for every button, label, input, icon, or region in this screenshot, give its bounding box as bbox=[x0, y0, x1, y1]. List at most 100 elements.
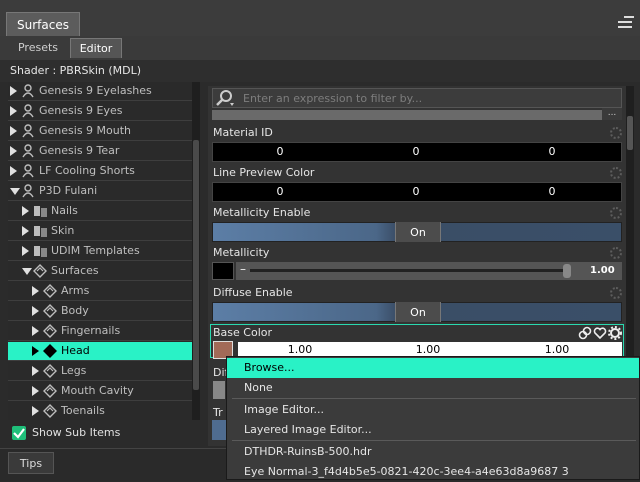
tree-scroll-thumb[interactable] bbox=[193, 140, 199, 390]
expand-right-icon[interactable] bbox=[10, 126, 17, 136]
material-id-value[interactable]: 0 bbox=[260, 145, 300, 158]
diffuse-enable-value[interactable]: On bbox=[395, 302, 441, 322]
decrement-icon[interactable]: – bbox=[240, 262, 246, 276]
favorite-icon[interactable] bbox=[593, 326, 607, 343]
title-bar bbox=[0, 0, 640, 37]
tree-item[interactable]: Toenails bbox=[8, 402, 192, 420]
base-color-value[interactable]: 1.00 bbox=[280, 343, 320, 356]
property-scroll-thumb[interactable] bbox=[627, 116, 633, 150]
link-icon[interactable] bbox=[578, 326, 592, 343]
tree-item-label: Surfaces bbox=[51, 264, 99, 277]
expand-right-icon[interactable] bbox=[10, 106, 17, 116]
surface-icon bbox=[43, 344, 57, 358]
tree-item[interactable]: Genesis 9 Eyes bbox=[8, 102, 192, 121]
expand-down-icon[interactable] bbox=[10, 188, 20, 195]
search-icon[interactable] bbox=[214, 88, 236, 108]
panel-menu-icon[interactable] bbox=[614, 12, 636, 32]
expand-right-icon[interactable] bbox=[32, 366, 39, 376]
top-property-strip bbox=[212, 110, 602, 120]
gear-icon[interactable] bbox=[610, 127, 622, 139]
metallicity-value[interactable]: 1.00 bbox=[590, 265, 615, 276]
expand-right-icon[interactable] bbox=[22, 226, 29, 236]
tab-editor[interactable]: Editor bbox=[70, 38, 122, 58]
gear-icon[interactable] bbox=[610, 287, 622, 299]
expand-right-icon[interactable] bbox=[10, 146, 17, 156]
slider-handle[interactable] bbox=[563, 264, 571, 278]
tree-item-selected[interactable]: Head bbox=[8, 342, 192, 361]
surface-icon bbox=[43, 284, 57, 298]
expand-right-icon[interactable] bbox=[32, 286, 39, 296]
tree-item-label: Genesis 9 Mouth bbox=[39, 124, 132, 137]
expand-right-icon[interactable] bbox=[32, 346, 39, 356]
context-menu-item-label: Browse... bbox=[244, 361, 295, 374]
tree-item[interactable]: Genesis 9 Tear bbox=[8, 142, 192, 161]
expand-right-icon[interactable] bbox=[32, 306, 39, 316]
tree-item-label: LF Cooling Shorts bbox=[39, 164, 135, 177]
context-menu-item[interactable]: None bbox=[227, 378, 639, 398]
partial-property-label: Tr bbox=[213, 406, 223, 419]
material-id-value[interactable]: 0 bbox=[532, 145, 572, 158]
line-preview-label: Line Preview Color bbox=[213, 166, 315, 179]
expand-right-icon[interactable] bbox=[32, 326, 39, 336]
tree-item-label: Genesis 9 Tear bbox=[39, 144, 120, 157]
partial-swatch[interactable] bbox=[212, 420, 226, 440]
expand-right-icon[interactable] bbox=[32, 406, 39, 416]
tree-item[interactable]: UDIM Templates bbox=[8, 242, 192, 261]
expand-right-icon[interactable] bbox=[22, 206, 29, 216]
context-menu-item[interactable]: Layered Image Editor... bbox=[227, 420, 639, 440]
tree-item[interactable]: Nails bbox=[8, 202, 192, 221]
context-menu-item[interactable]: DTHDR-RuinsB-500.hdr bbox=[227, 442, 639, 462]
surface-icon bbox=[43, 304, 57, 318]
tab-presets[interactable]: Presets bbox=[8, 38, 68, 58]
figure-icon bbox=[21, 104, 35, 118]
tree-item[interactable]: P3D Fulani bbox=[8, 182, 192, 201]
tree-item[interactable]: Fingernails bbox=[8, 322, 192, 341]
tree-item[interactable]: Skin bbox=[8, 222, 192, 241]
shader-label: Shader : PBRSkin (MDL) bbox=[10, 64, 142, 77]
tree-item-label: Skin bbox=[51, 224, 75, 237]
gear-icon[interactable] bbox=[610, 167, 622, 179]
line-preview-value[interactable]: 0 bbox=[396, 185, 436, 198]
expand-right-icon[interactable] bbox=[10, 166, 17, 176]
tab-surfaces[interactable]: Surfaces bbox=[6, 12, 80, 36]
tree-item[interactable]: Arms bbox=[8, 282, 192, 301]
expand-right-icon[interactable] bbox=[32, 386, 39, 396]
material-id-value[interactable]: 0 bbox=[396, 145, 436, 158]
context-menu-item[interactable]: Eye Normal-3_f4d4b5e5-0821-420c-3ee4-a4e… bbox=[227, 462, 639, 482]
show-sub-items-checkbox[interactable] bbox=[12, 426, 26, 440]
context-menu-item[interactable]: Image Editor... bbox=[227, 400, 639, 420]
tree-item[interactable]: LF Cooling Shorts bbox=[8, 162, 192, 181]
slider-track bbox=[250, 269, 570, 272]
base-color-value[interactable]: 1.00 bbox=[408, 343, 448, 356]
surface-icon bbox=[43, 404, 57, 418]
gear-icon[interactable] bbox=[608, 326, 622, 343]
tree-item-label: Head bbox=[61, 344, 90, 357]
tree-item-label: Nails bbox=[51, 204, 78, 217]
tree-item[interactable]: Body bbox=[8, 302, 192, 321]
metallicity-map-swatch[interactable] bbox=[212, 262, 234, 280]
expand-right-icon[interactable] bbox=[22, 246, 29, 256]
tree-item[interactable]: Surfaces bbox=[8, 262, 192, 281]
tab-tips[interactable]: Tips bbox=[8, 452, 54, 474]
line-preview-value[interactable]: 0 bbox=[260, 185, 300, 198]
context-menu-item[interactable]: Browse... bbox=[227, 358, 639, 378]
base-color-label: Base Color bbox=[213, 326, 273, 339]
context-menu-item-label: None bbox=[244, 381, 273, 394]
more-options-button[interactable]: ... bbox=[602, 108, 622, 120]
expand-down-icon[interactable] bbox=[22, 268, 32, 275]
line-preview-value[interactable]: 0 bbox=[532, 185, 572, 198]
tree-item-label: Mouth Cavity bbox=[61, 384, 134, 397]
tree-item[interactable]: Genesis 9 Mouth bbox=[8, 122, 192, 141]
partial-swatch[interactable] bbox=[213, 381, 225, 399]
tree-item[interactable]: Legs bbox=[8, 362, 192, 381]
show-sub-items-label: Show Sub Items bbox=[32, 426, 121, 439]
gear-icon[interactable] bbox=[610, 247, 622, 259]
base-color-value[interactable]: 1.00 bbox=[537, 343, 577, 356]
expand-right-icon[interactable] bbox=[10, 86, 17, 96]
gear-icon[interactable] bbox=[610, 207, 622, 219]
metallicity-enable-value[interactable]: On bbox=[395, 222, 441, 242]
tree-item[interactable]: Genesis 9 Eyelashes bbox=[8, 82, 192, 101]
figure-icon bbox=[21, 184, 35, 198]
diffuse-enable-label: Diffuse Enable bbox=[213, 286, 293, 299]
tree-item[interactable]: Mouth Cavity bbox=[8, 382, 192, 401]
